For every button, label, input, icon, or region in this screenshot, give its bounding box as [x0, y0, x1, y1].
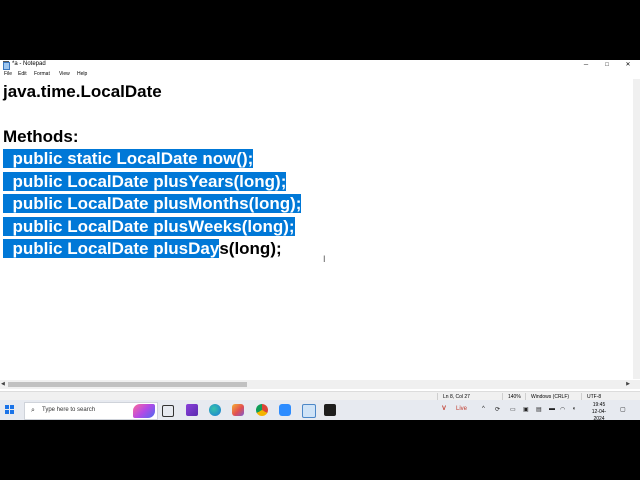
taskbar-clock[interactable]: 19:45 12-04-2024	[588, 402, 610, 420]
taskbar-search-box[interactable]: ⌕ Type here to search	[24, 402, 158, 420]
show-hidden-icons-icon[interactable]: ^	[482, 406, 485, 412]
search-icon: ⌕	[31, 407, 35, 414]
zoom-icon[interactable]	[279, 404, 291, 416]
notepad-app-icon	[2, 61, 10, 70]
editor-line-3: Methods:	[3, 126, 79, 148]
status-divider	[525, 393, 526, 400]
scrollbar-corner	[633, 380, 640, 389]
battery-icon[interactable]: ▬	[549, 406, 555, 412]
status-divider	[437, 393, 438, 400]
search-highlight-icon	[133, 404, 155, 418]
terminal-icon[interactable]	[324, 404, 336, 416]
visual-studio-icon[interactable]	[186, 404, 198, 416]
line-5-selected: public LocalDate plusYears(long);	[3, 172, 287, 191]
clock-time: 19:45	[592, 402, 606, 408]
window-title: *a - Notepad	[12, 61, 46, 67]
editor-line-5: public LocalDate plusYears(long);	[3, 171, 287, 193]
line-8-text: s(long);	[219, 239, 282, 258]
sync-icon[interactable]: ⟳	[495, 406, 500, 413]
maximize-button[interactable]: □	[597, 60, 617, 70]
taskbar: ⌕ Type here to search V Live ^ ⟳ ▭ ▣ ▤ ▬…	[0, 400, 640, 420]
windows-start-icon[interactable]	[5, 405, 15, 415]
editor-line-1: java.time.LocalDate	[3, 81, 162, 103]
live-label[interactable]: Live	[456, 406, 467, 412]
status-divider	[581, 393, 582, 400]
menu-edit[interactable]: Edit	[18, 71, 27, 77]
vertical-scrollbar[interactable]	[633, 79, 640, 379]
menu-format[interactable]: Format	[34, 71, 50, 77]
clock-date: 12-04-2024	[591, 409, 607, 420]
notifications-icon[interactable]: ▢	[620, 406, 626, 413]
line-8-selected: public LocalDate plusDay	[3, 239, 220, 258]
horizontal-scrollbar[interactable]: ◀ ▶	[0, 380, 633, 389]
device-icon[interactable]: ▭	[510, 406, 516, 413]
line-3-text: Methods:	[3, 127, 79, 146]
task-view-icon[interactable]	[162, 405, 174, 417]
line-6-selected: public LocalDate plusMonths(long);	[3, 194, 302, 213]
line-7-selected: public LocalDate plusWeeks(long);	[3, 217, 295, 236]
edge-icon[interactable]	[209, 404, 221, 416]
editor-line-8: public LocalDate plusDays(long);	[3, 238, 282, 260]
editor-line-7: public LocalDate plusWeeks(long);	[3, 216, 295, 238]
monitor-icon[interactable]: ▣	[523, 406, 529, 413]
notepad-taskbar-icon[interactable]	[302, 404, 316, 418]
status-divider	[502, 393, 503, 400]
menu-bar: File Edit Format View Help	[0, 70, 640, 79]
chrome-icon[interactable]	[256, 404, 268, 416]
i-beam-cursor-icon: I	[323, 254, 326, 264]
line-1-text: java.time.LocalDate	[3, 82, 162, 101]
search-placeholder: Type here to search	[42, 407, 96, 413]
editor-line-6: public LocalDate plusMonths(long);	[3, 193, 302, 215]
horizontal-scroll-thumb[interactable]	[8, 382, 247, 387]
live-logo-icon[interactable]: V	[442, 406, 446, 412]
wifi-icon[interactable]: ◠	[560, 406, 565, 413]
text-editor[interactable]: java.time.LocalDate Methods: public stat…	[0, 79, 633, 420]
desktop-screen: *a - Notepad ─ □ ✕ File Edit Format View…	[0, 60, 640, 420]
line-4-selected: public static LocalDate now();	[3, 149, 254, 168]
scroll-right-icon[interactable]: ▶	[626, 381, 630, 387]
paint-icon[interactable]	[232, 404, 244, 416]
title-bar[interactable]: *a - Notepad ─ □ ✕	[0, 60, 640, 70]
close-button[interactable]: ✕	[618, 60, 638, 70]
menu-help[interactable]: Help	[77, 71, 87, 77]
menu-view[interactable]: View	[59, 71, 70, 77]
minimize-button[interactable]: ─	[576, 60, 596, 70]
editor-line-4: public static LocalDate now();	[3, 148, 254, 170]
network-icon[interactable]: ▤	[536, 406, 542, 413]
menu-file[interactable]: File	[4, 71, 12, 77]
volume-icon[interactable]: ◖	[572, 406, 576, 412]
scroll-left-icon[interactable]: ◀	[1, 381, 5, 387]
